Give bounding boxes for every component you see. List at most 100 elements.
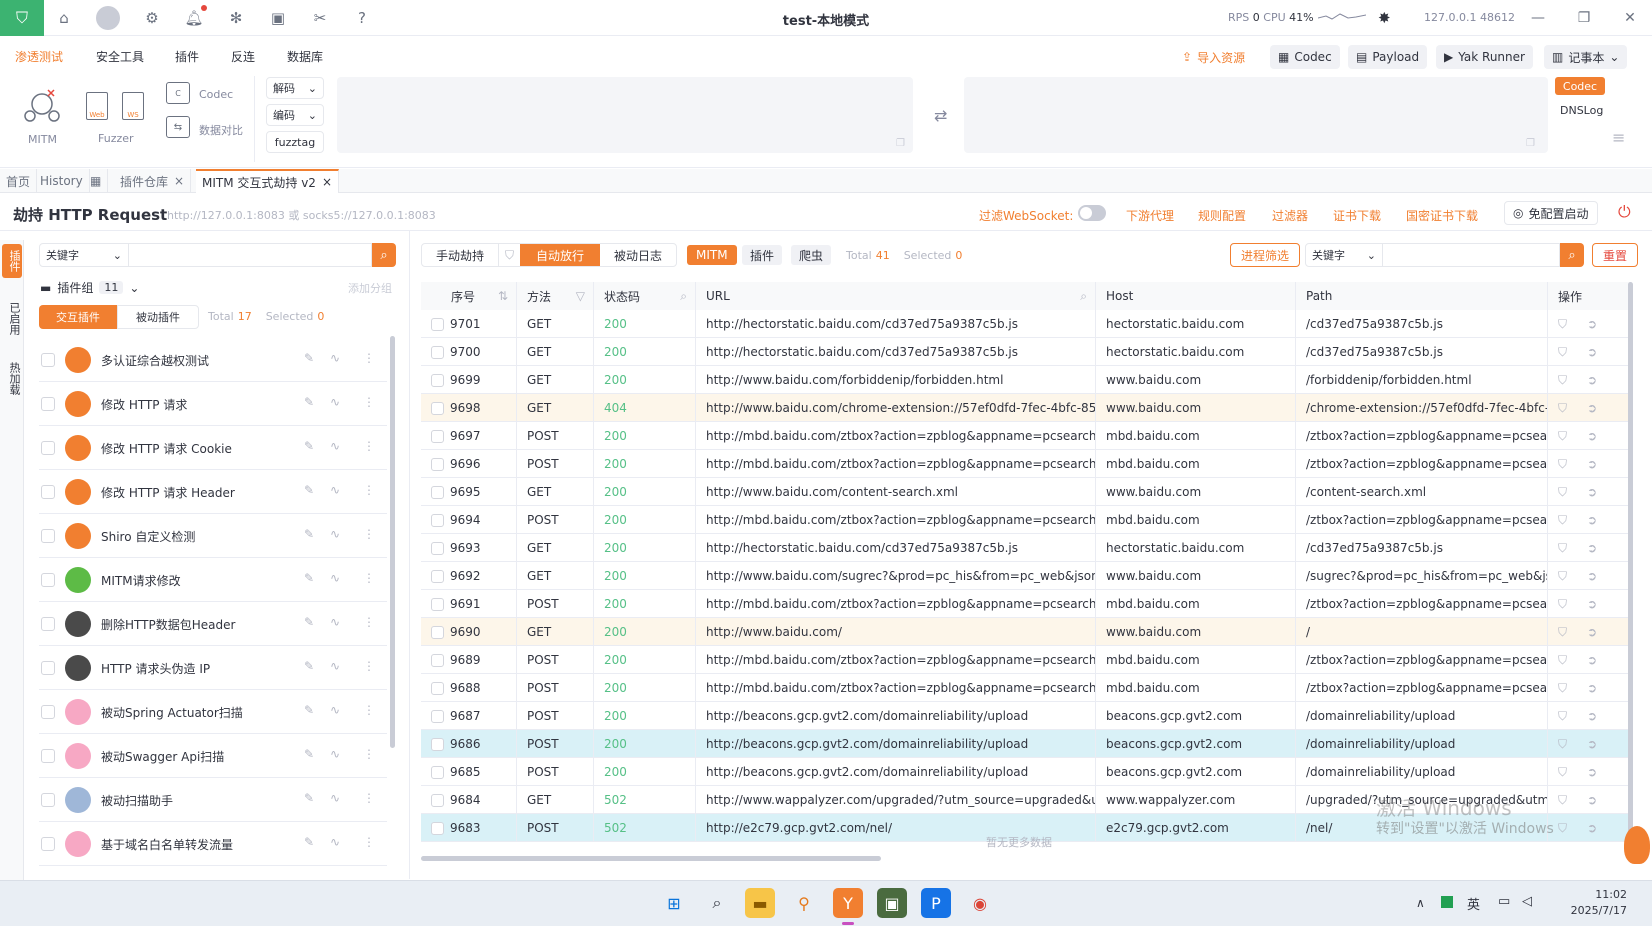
row-checkbox[interactable] [431,345,444,359]
plugin-row[interactable]: 被动Spring Actuator扫描 ✎ ∿ ⋮ [39,690,387,734]
keyword-select[interactable]: 关键字 ⌄ [39,243,129,267]
more-icon[interactable]: ⋮ [363,659,375,673]
decode-select[interactable]: 解码 ⌄ [266,77,324,99]
arrow-right-circle-icon[interactable]: ➲ [1587,737,1597,751]
pulse-icon[interactable]: ∿ [330,615,340,629]
table-row[interactable]: 9698 GET 404 http://www.baidu.com/chrome-ex… [421,394,1631,422]
close-icon[interactable]: ✕ [1620,8,1640,28]
arrow-right-circle-icon[interactable]: ➲ [1587,401,1597,415]
codec-output-area[interactable] [964,77,1548,153]
shield-icon[interactable]: ⛉ [1558,821,1567,836]
file-explorer-icon[interactable]: ▬ [745,888,775,918]
ws-filter-toggle[interactable] [1078,205,1106,221]
shield-icon[interactable]: ⛉ [1558,513,1567,528]
shield-icon[interactable]: ⛉ [1558,485,1567,500]
edit-icon[interactable]: ✎ [304,615,314,629]
notebook-button[interactable]: ▥ 记事本 ⌄ [1544,45,1628,69]
pulse-icon[interactable]: ∿ [330,835,340,849]
search-icon[interactable]: ⌕ [1080,289,1087,304]
plugin-checkbox[interactable] [41,705,55,719]
plugin-row[interactable]: 被动Swagger Api扫描 ✎ ∿ ⋮ [39,734,387,778]
arrow-right-circle-icon[interactable]: ➲ [1587,681,1597,695]
edit-icon[interactable]: ✎ [304,703,314,717]
side-tab-hotload[interactable]: 热加载 [2,356,22,401]
table-row[interactable]: 9687 POST 200 http://beacons.gcp.gvt2.com/d… [421,702,1631,730]
link-filter[interactable]: 过滤器 [1272,207,1308,224]
edit-icon[interactable]: ✎ [304,747,314,761]
filter-crawler-tag[interactable]: 爬虫 [791,245,832,265]
terminal-app-icon[interactable]: ▣ [877,888,907,918]
pulse-icon[interactable]: ∿ [330,351,340,365]
close-icon[interactable]: × [174,174,184,188]
arrow-right-circle-icon[interactable]: ➲ [1587,625,1597,639]
arrow-right-circle-icon[interactable]: ➲ [1587,485,1597,499]
plugin-checkbox[interactable] [41,661,55,675]
table-hscrollbar[interactable] [421,856,881,861]
row-checkbox[interactable] [431,597,444,611]
edit-icon[interactable]: ✎ [304,439,314,453]
plugin-row[interactable]: 修改 HTTP 请求 ✎ ∿ ⋮ [39,382,387,426]
tab-home[interactable]: 首页 [0,169,38,193]
shield-icon[interactable]: ⛉ [1558,373,1567,388]
table-row[interactable]: 9688 POST 200 http://mbd.baidu.com/ztbox?ac… [421,674,1631,702]
more-icon[interactable]: ⋮ [363,835,375,849]
codec-tag[interactable]: Codec [1555,77,1605,95]
arrow-right-circle-icon[interactable]: ➲ [1587,317,1597,331]
edit-icon[interactable]: ✎ [304,527,314,541]
pulse-icon[interactable]: ∿ [330,483,340,497]
volume-icon[interactable]: ◁ [1522,894,1532,909]
col-path[interactable]: Path [1296,282,1548,310]
plugin-checkbox[interactable] [41,353,55,367]
tools-icon[interactable]: ✂ [310,8,330,28]
tab-mitm-v2[interactable]: MITM 交互式劫持 v2 × [196,169,340,193]
plugin-checkbox[interactable] [41,793,55,807]
shield-icon[interactable]: ⛉ [0,0,44,36]
copy-icon[interactable]: ❐ [896,138,905,149]
shield-icon[interactable]: ⛉ [1558,345,1567,360]
shield-icon[interactable]: ⛉ [1558,653,1567,668]
row-checkbox[interactable] [431,793,444,807]
shield-icon[interactable]: ⛉ [1558,429,1567,444]
plugin-checkbox[interactable] [41,837,55,851]
menu-pentest[interactable]: 渗透测试 [15,48,63,65]
search-icon[interactable]: ⌕ [680,289,687,304]
more-icon[interactable]: ⋮ [363,483,375,497]
passive-log-button[interactable]: 被动日志 [600,244,676,266]
row-checkbox[interactable] [431,513,444,527]
web-fuzzer-icon[interactable]: Web [86,92,108,120]
codec-tool-label[interactable]: Codec [199,88,233,101]
table-row[interactable]: 9695 GET 200 http://www.baidu.com/content-s… [421,478,1631,506]
arrow-right-circle-icon[interactable]: ➲ [1587,793,1597,807]
shield-icon[interactable]: ⛉ [1558,681,1567,696]
arrow-right-circle-icon[interactable]: ➲ [1587,541,1597,555]
home-icon[interactable]: ⌂ [54,8,74,28]
traffic-keyword-select[interactable]: 关键字 ⌄ [1305,243,1383,267]
more-icon[interactable]: ⋮ [363,571,375,585]
col-method[interactable]: 方法 ▽ [517,282,594,310]
table-row[interactable]: 9690 GET 200 http://www.baidu.com/www.baidu… [421,618,1631,646]
mascot-icon[interactable] [1624,826,1650,864]
pulse-icon[interactable]: ∿ [330,527,340,541]
collapse-icon[interactable]: ≡ [1612,128,1625,147]
row-checkbox[interactable] [431,401,444,415]
codec-input-area[interactable] [337,77,913,153]
ime-indicator[interactable]: 英 [1467,894,1480,913]
row-checkbox[interactable] [431,429,444,443]
mitm-tool[interactable] [20,86,64,126]
table-row[interactable]: 9692 GET 200 http://www.baidu.com/sugrec?&p… [421,562,1631,590]
side-tab-enabled[interactable]: 已启用 [2,296,22,341]
row-checkbox[interactable] [431,653,444,667]
table-row[interactable]: 9685 POST 200 http://beacons.gcp.gvt2.com/d… [421,758,1631,786]
codec-tool-icon[interactable]: C [166,82,190,104]
col-url[interactable]: URL ⌕ [696,282,1096,310]
clock-date[interactable]: 2025/7/17 [1553,904,1627,917]
process-filter-button[interactable]: 进程筛选 [1230,243,1301,267]
menu-security-tools[interactable]: 安全工具 [96,48,144,65]
row-checkbox[interactable] [431,625,444,639]
col-id[interactable]: 序号 ⇅ [421,282,517,310]
arrow-right-circle-icon[interactable]: ➲ [1587,765,1597,779]
network-icon[interactable]: ▭ [1498,894,1510,909]
table-row[interactable]: 9696 POST 200 http://mbd.baidu.com/ztbox?ac… [421,450,1631,478]
magnifier-app-icon[interactable]: ⚲ [789,888,819,918]
codec-button[interactable]: ▦ Codec [1270,45,1340,69]
